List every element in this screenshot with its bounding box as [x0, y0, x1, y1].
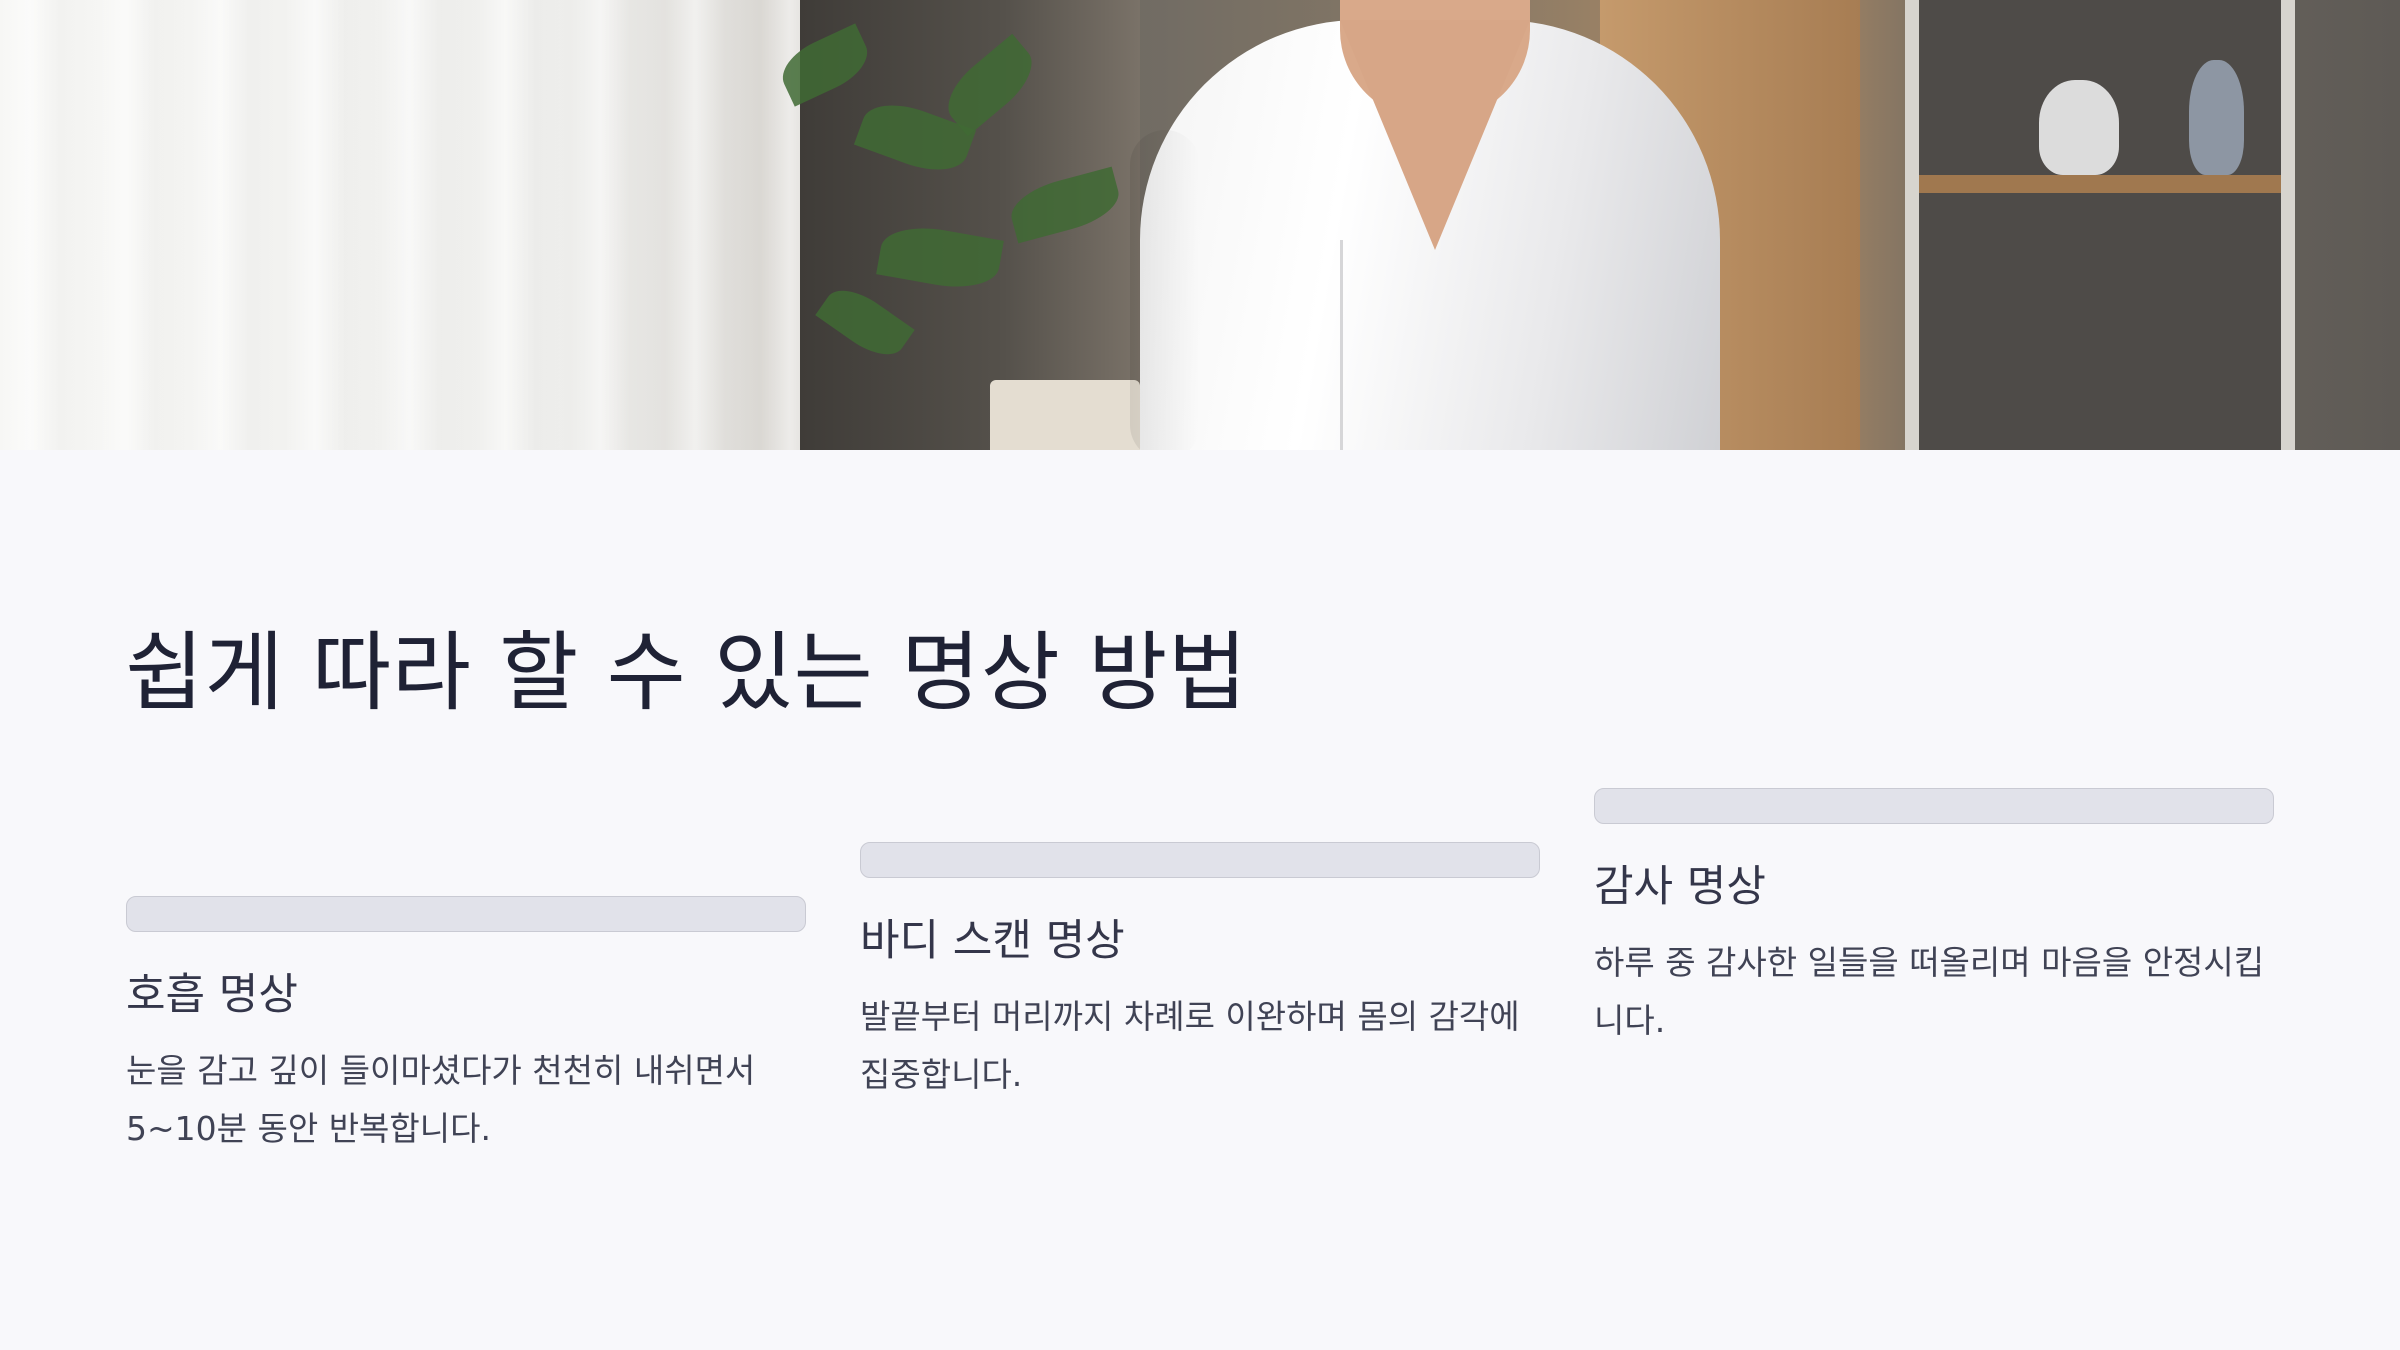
shirt-collar — [1340, 20, 1530, 250]
arm-shadow — [1130, 130, 1200, 450]
shelf — [1905, 0, 2295, 450]
card-heading: 바디 스캔 명상 — [860, 916, 1125, 966]
plant-pot — [990, 380, 1140, 450]
card-gratitude: 감사 명상 하루 중 감사한 일들을 떠올리며 마음을 안정시킵니다. — [1594, 788, 2274, 1050]
curtain — [0, 0, 800, 450]
slide: 쉽게 따라 할 수 있는 명상 방법 호흡 명상 눈을 감고 깊이 들이마셨다가… — [0, 0, 2400, 1350]
shelf-board — [1919, 175, 2281, 193]
card-text: 눈을 감고 깊이 들이마셨다가 천천히 내쉬면서 5~10분 동안 반복합니다. — [126, 1051, 756, 1148]
vase — [2189, 60, 2244, 175]
card-bar — [860, 842, 1540, 878]
card-text: 하루 중 감사한 일들을 떠올리며 마음을 안정시킵니다. — [1594, 943, 2265, 1040]
card-bar — [1594, 788, 2274, 824]
shirt-placket — [1340, 240, 1343, 450]
card-bar — [126, 896, 806, 932]
hero-photo — [0, 0, 2400, 450]
card-text: 발끝부터 머리까지 차례로 이완하며 몸의 감각에 집중합니다. — [860, 997, 1520, 1094]
card-heading: 감사 명상 — [1594, 862, 1766, 912]
vase — [2039, 80, 2119, 175]
card-body-scan: 바디 스캔 명상 발끝부터 머리까지 차례로 이완하며 몸의 감각에 집중합니다… — [860, 842, 1540, 1104]
card-breathing: 호흡 명상 눈을 감고 깊이 들이마셨다가 천천히 내쉬면서 5~10분 동안 … — [126, 896, 806, 1158]
card-heading: 호흡 명상 — [126, 970, 298, 1020]
slide-title: 쉽게 따라 할 수 있는 명상 방법 — [125, 623, 1248, 723]
